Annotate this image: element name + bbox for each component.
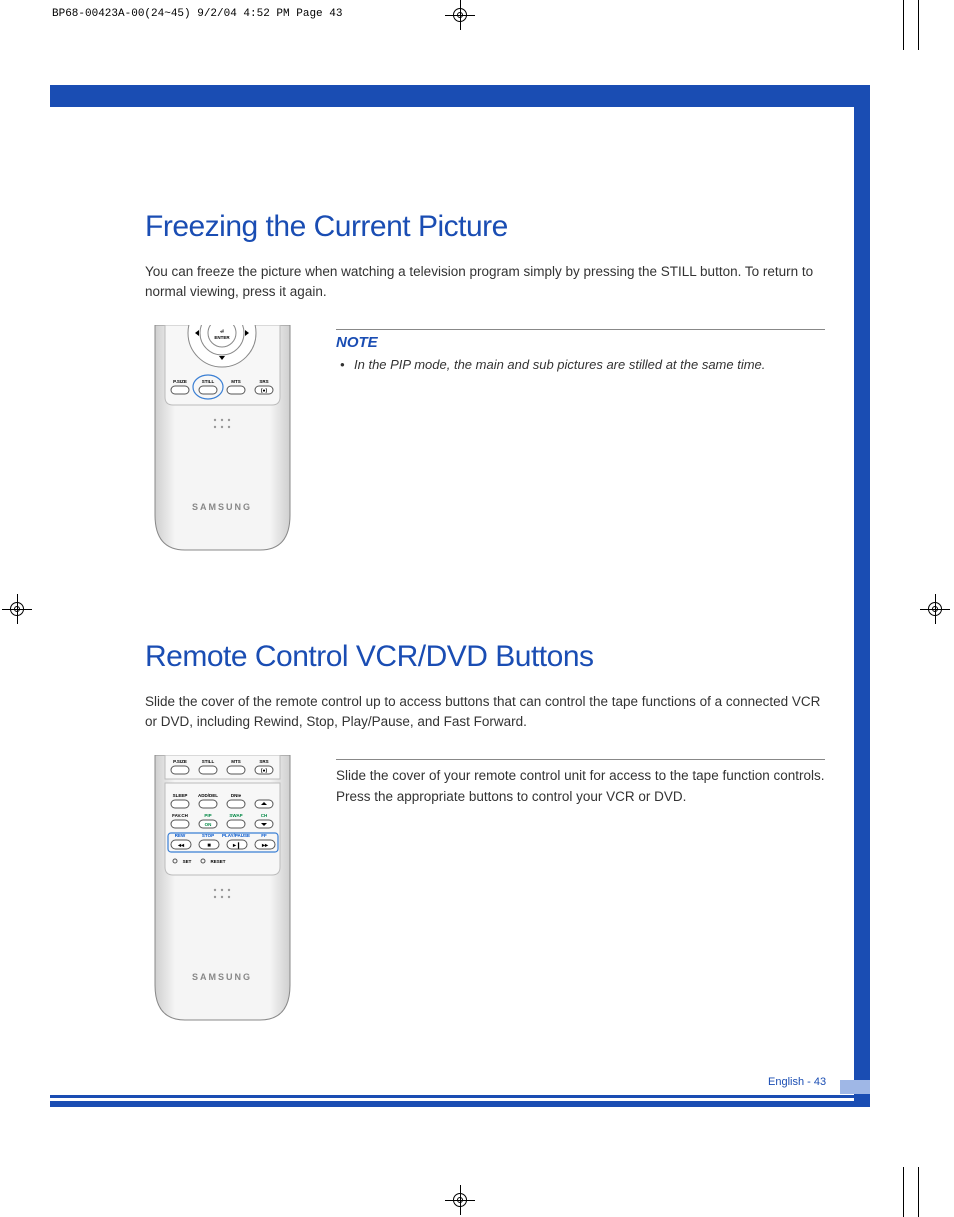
svg-text:FF: FF [261,833,267,838]
crop-guide [918,0,919,50]
section-intro: Slide the cover of the remote control up… [145,692,825,731]
remote-figure: P.SIZE STILL MTS SRS (●) SLEEP ADD/DEL [145,755,300,1030]
page-number: English - 43 [768,1076,826,1088]
registration-mark-icon [445,0,475,30]
note-text: In the PIP mode, the main and sub pictur… [336,355,825,375]
note-heading: NOTE [336,329,825,351]
page-tab [840,1080,870,1094]
svg-text:SLEEP: SLEEP [173,793,188,798]
remote-figure: ⏎ ENTER P.SIZE STILL MTS SRS (●) [145,325,300,560]
svg-text:MTS: MTS [231,379,241,384]
svg-text:REW: REW [175,833,186,838]
svg-text:◂◂: ◂◂ [177,843,185,849]
svg-text:PLAY/PAUSE: PLAY/PAUSE [222,833,250,838]
svg-text:SAMSUNG: SAMSUNG [192,502,252,512]
svg-text:ADD/DEL: ADD/DEL [198,793,218,798]
svg-text:STOP: STOP [202,833,214,838]
svg-text:■: ■ [207,843,211,849]
section-body: P.SIZE STILL MTS SRS (●) SLEEP ADD/DEL [145,755,825,1030]
svg-text:⏎: ⏎ [220,329,224,334]
svg-text:STILL: STILL [202,379,215,384]
crop-guide [903,1167,904,1217]
crop-guide [903,0,904,50]
svg-text:SAMSUNG: SAMSUNG [192,972,252,982]
svg-text:SRS: SRS [259,379,268,384]
crop-guide [918,1167,919,1217]
section-intro: You can freeze the picture when watching… [145,262,825,301]
svg-text:FAV.CH: FAV.CH [172,813,188,818]
svg-text:P.SIZE: P.SIZE [173,379,187,384]
print-header: BP68-00423A-00(24~45) 9/2/04 4:52 PM Pag… [52,8,342,20]
section-title: Freezing the Current Picture [145,210,825,244]
svg-text:(●): (●) [261,768,268,774]
page-frame-right [854,85,870,1107]
registration-mark-icon [445,1185,475,1215]
svg-text:▸❙: ▸❙ [232,842,241,849]
svg-text:ENTER: ENTER [214,335,230,340]
svg-text:RESET: RESET [210,859,225,864]
svg-text:(●): (●) [261,388,268,394]
svg-text:▸▸: ▸▸ [261,843,269,849]
registration-mark-icon [2,594,32,624]
step-text: Slide the cover of your remote control u… [336,759,825,807]
section-title: Remote Control VCR/DVD Buttons [145,640,825,674]
svg-text:PIP: PIP [204,813,211,818]
svg-text:P.SIZE: P.SIZE [173,759,187,764]
svg-text:DNIe: DNIe [231,793,242,798]
page-frame-top [50,85,870,107]
section-body: ⏎ ENTER P.SIZE STILL MTS SRS (●) [145,325,825,560]
svg-text:ON: ON [205,822,212,827]
svg-text:SRS: SRS [259,759,268,764]
svg-text:SET: SET [183,859,192,864]
registration-mark-icon [920,594,950,624]
svg-text:STILL: STILL [202,759,215,764]
remote-illustration-icon: P.SIZE STILL MTS SRS (●) SLEEP ADD/DEL [145,755,300,1025]
svg-text:CH: CH [261,813,268,818]
remote-illustration-icon: ⏎ ENTER P.SIZE STILL MTS SRS (●) [145,325,300,555]
svg-text:SWAP: SWAP [229,813,242,818]
svg-text:MTS: MTS [231,759,241,764]
